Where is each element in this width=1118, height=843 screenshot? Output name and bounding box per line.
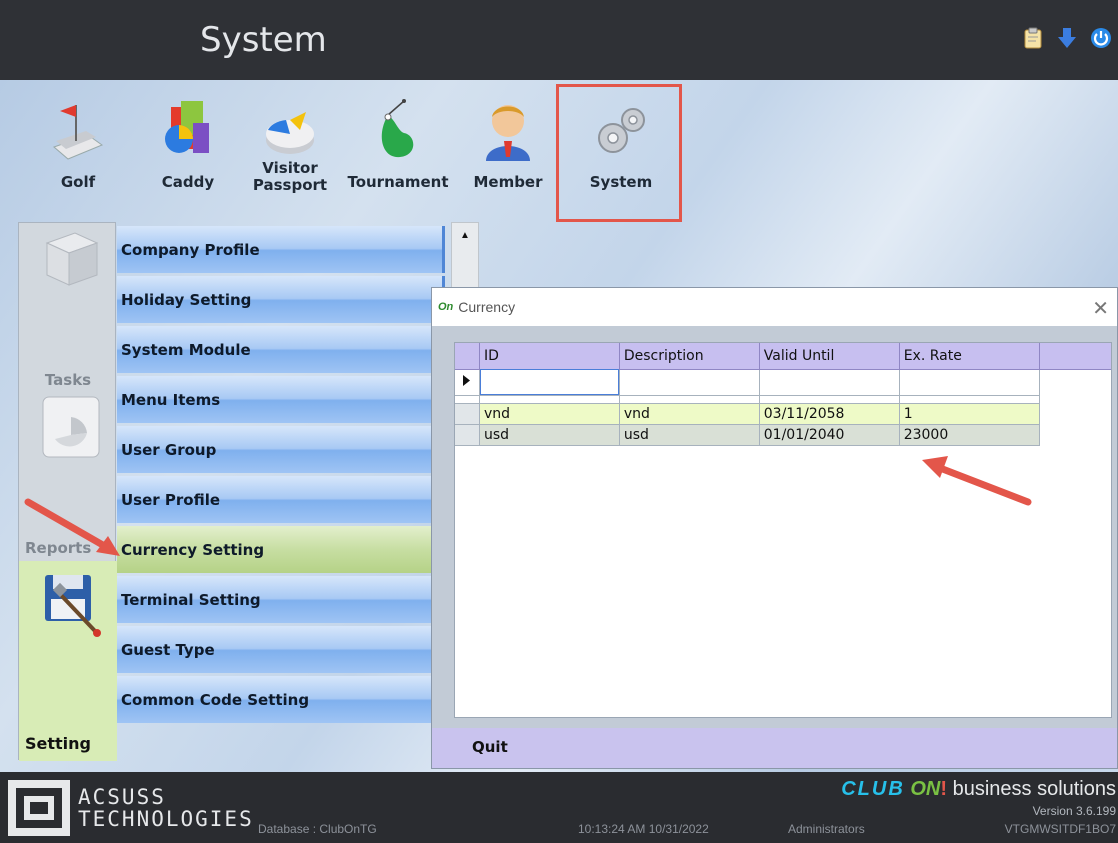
- grid-spacer: [455, 395, 1111, 404]
- module-golf[interactable]: Golf: [38, 90, 118, 220]
- menu-item-menu-items[interactable]: Menu Items: [117, 376, 445, 423]
- new-row-ex-rate-cell[interactable]: [899, 369, 1040, 396]
- module-tournament[interactable]: Tournament: [346, 90, 450, 220]
- tournament-ball-icon: [368, 90, 428, 170]
- tasks-label[interactable]: Tasks: [19, 371, 117, 389]
- module-label-line: Visitor Passport: [252, 159, 328, 194]
- column-header-ex-rate[interactable]: Ex. Rate: [899, 343, 1040, 370]
- menu-item-guest-type[interactable]: Guest Type: [117, 626, 445, 673]
- new-row-id-cell[interactable]: [479, 369, 620, 396]
- reports-chart-icon[interactable]: [41, 395, 101, 458]
- dialog-title: Currency: [458, 299, 516, 315]
- brand-on: ON: [910, 778, 941, 800]
- logo-line-1: ACSUSS: [78, 785, 166, 809]
- scroll-up-icon[interactable]: ▲: [452, 223, 478, 247]
- cell-ex-rate[interactable]: 1: [899, 403, 1040, 425]
- left-sidebar: Tasks Reports Setting: [18, 222, 117, 761]
- module-visitor-passport[interactable]: Visitor Passport: [244, 90, 336, 220]
- golf-flag-icon: [48, 90, 108, 170]
- currency-table: ID Description Valid Until Ex. Rate vnd …: [455, 343, 1111, 446]
- currency-grid: ID Description Valid Until Ex. Rate vnd …: [454, 342, 1112, 718]
- acsuss-logo-icon: [8, 780, 70, 836]
- database-status: Database : ClubOnTG: [258, 822, 377, 836]
- cell-valid-until[interactable]: 03/11/2058: [759, 403, 900, 425]
- menu-item-common-code-setting[interactable]: Common Code Setting: [117, 676, 445, 723]
- new-row-description-cell[interactable]: [619, 369, 760, 396]
- table-row[interactable]: vnd vnd 03/11/2058 1: [455, 403, 1111, 425]
- row-selector[interactable]: [455, 403, 480, 425]
- annotation-arrow-menu: [24, 498, 120, 556]
- system-highlight-box: [556, 84, 682, 222]
- logo-text: ACSUSS TECHNOLOGIES: [78, 786, 254, 830]
- filler-cell: [1039, 403, 1111, 424]
- quit-button[interactable]: Quit: [472, 738, 508, 756]
- club-on-brand: CLUB ON! business solutions: [841, 778, 1116, 801]
- menu-item-terminal-setting[interactable]: Terminal Setting: [117, 576, 445, 623]
- title-bar: System: [0, 0, 1118, 80]
- menu-item-user-group[interactable]: User Group: [117, 426, 445, 473]
- cell-description[interactable]: vnd: [619, 403, 760, 425]
- module-label: Member: [473, 173, 543, 191]
- brand-bang: !: [940, 778, 948, 800]
- tasks-box-icon[interactable]: [41, 225, 101, 286]
- top-toolbar: [1022, 26, 1112, 50]
- new-row-valid-until-cell[interactable]: [759, 369, 900, 396]
- row-selector-header: [455, 343, 480, 370]
- setting-panel[interactable]: Setting: [19, 561, 117, 761]
- cell-description[interactable]: usd: [619, 424, 760, 446]
- clipboard-icon[interactable]: [1022, 26, 1044, 50]
- power-icon[interactable]: [1090, 26, 1112, 50]
- module-label: Caddy: [161, 173, 215, 191]
- module-member[interactable]: Member: [466, 90, 550, 220]
- setting-label: Setting: [25, 734, 91, 753]
- machine-name: VTGMWSITDF1BO7: [1004, 822, 1116, 836]
- module-label: Visitor Passport: [253, 160, 327, 194]
- cell-id[interactable]: vnd: [479, 403, 620, 425]
- company-logo: ACSUSS TECHNOLOGIES: [6, 778, 254, 838]
- user-group-status: Administrators: [788, 822, 865, 836]
- logo-line-2: TECHNOLOGIES: [78, 807, 254, 831]
- setting-tools-icon: [41, 571, 103, 642]
- row-selector[interactable]: [455, 424, 480, 446]
- module-caddy[interactable]: Caddy: [148, 90, 228, 220]
- brand-tagline: business solutions: [947, 778, 1116, 800]
- close-icon[interactable]: ✕: [1092, 296, 1109, 321]
- brand-club: CLUB: [841, 778, 905, 800]
- cell-id[interactable]: usd: [479, 424, 620, 446]
- menu-item-holiday-setting[interactable]: Holiday Setting: [117, 276, 445, 323]
- dialog-titlebar: On Currency: [432, 288, 1117, 326]
- dialog-body: ID Description Valid Until Ex. Rate vnd …: [432, 326, 1117, 728]
- filler-cell: [1039, 424, 1111, 445]
- module-label: Golf: [60, 173, 96, 191]
- version-text: Version 3.6.199: [1032, 804, 1116, 818]
- column-header-id[interactable]: ID: [479, 343, 620, 370]
- annotation-arrow-rate: [922, 456, 1032, 506]
- download-arrow-icon[interactable]: [1056, 26, 1078, 50]
- caddy-chart-icon: [157, 90, 219, 170]
- menu-item-currency-setting[interactable]: Currency Setting: [117, 526, 445, 573]
- table-row[interactable]: usd usd 01/01/2040 23000: [455, 424, 1111, 446]
- new-row[interactable]: [455, 369, 1111, 396]
- settings-menu: Company Profile Holiday Setting System M…: [117, 226, 445, 726]
- cell-valid-until[interactable]: 01/01/2040: [759, 424, 900, 446]
- datetime-status: 10:13:24 AM 10/31/2022: [578, 822, 709, 836]
- member-person-icon: [478, 90, 538, 170]
- menu-item-company-profile[interactable]: Company Profile: [117, 226, 445, 273]
- cell-ex-rate[interactable]: 23000: [899, 424, 1040, 446]
- menu-item-user-profile[interactable]: User Profile: [117, 476, 445, 523]
- club-on-logo-icon: On: [438, 301, 454, 313]
- currency-dialog: On Currency ✕ ID Description Valid Until…: [431, 287, 1118, 769]
- status-footer: ACSUSS TECHNOLOGIES Database : ClubOnTG …: [0, 772, 1118, 843]
- menu-item-system-module[interactable]: System Module: [117, 326, 445, 373]
- filler-cell: [1039, 369, 1111, 395]
- module-label: Tournament: [347, 173, 449, 191]
- column-header-description[interactable]: Description: [619, 343, 760, 370]
- column-header-filler: [1039, 343, 1111, 370]
- column-header-valid-until[interactable]: Valid Until: [759, 343, 900, 370]
- current-row-indicator-icon: [455, 369, 480, 396]
- page-title: System: [200, 20, 327, 60]
- dialog-footer: Quit: [432, 728, 1117, 768]
- visitor-passport-pie-icon: [260, 90, 320, 170]
